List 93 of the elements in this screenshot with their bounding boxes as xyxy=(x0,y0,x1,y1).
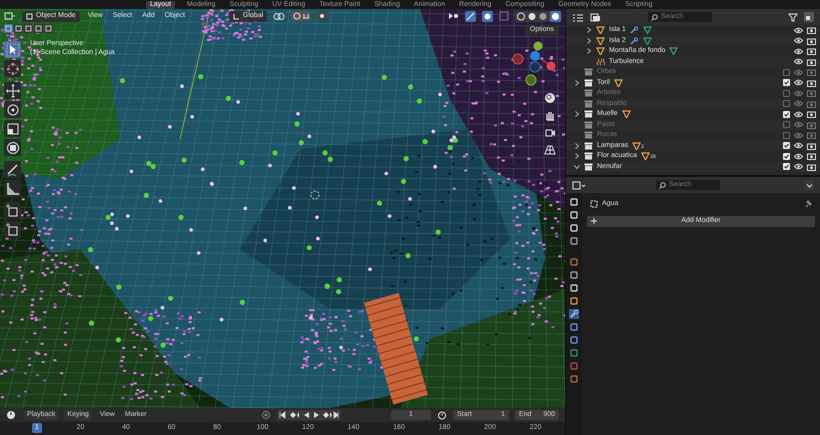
wrench-icon xyxy=(630,36,639,45)
camera-icon xyxy=(807,162,816,171)
record-icon xyxy=(260,410,271,420)
tool-button[interactable] xyxy=(4,139,21,156)
modifier-tab-icon xyxy=(569,309,579,319)
tool-button[interactable] xyxy=(4,120,21,137)
camera-icon xyxy=(807,78,816,87)
mesh-object-icon xyxy=(622,110,631,118)
eye-icon xyxy=(794,37,803,44)
zoom-icon xyxy=(544,92,556,104)
checkbox[interactable] xyxy=(783,110,790,118)
camera-icon xyxy=(807,47,816,56)
checkbox[interactable] xyxy=(783,163,790,170)
eye-icon xyxy=(794,79,803,86)
eye-icon xyxy=(794,121,803,128)
camera-icon xyxy=(807,100,816,108)
plus-icon xyxy=(591,218,597,224)
eye-icon xyxy=(794,68,803,76)
mesh-object-icon xyxy=(614,78,623,87)
eye-icon xyxy=(794,100,803,108)
camera-icon xyxy=(807,152,816,160)
object-icon xyxy=(26,12,33,20)
camera-icon xyxy=(807,68,816,76)
wrench-icon xyxy=(630,26,639,34)
tool-button[interactable] xyxy=(4,60,21,77)
snap-icon xyxy=(291,11,312,21)
hand-icon xyxy=(544,109,556,121)
checkbox[interactable] xyxy=(783,132,790,139)
search-icon xyxy=(659,182,666,188)
proportional-edit-icon xyxy=(317,11,328,21)
visibility-icon xyxy=(447,11,459,21)
collection-icon xyxy=(584,152,593,160)
navigation-gizmo[interactable] xyxy=(512,41,557,86)
tool-button[interactable] xyxy=(4,161,21,178)
camera-icon xyxy=(807,120,816,129)
force-field-icon xyxy=(596,58,605,66)
display-mode-icon xyxy=(572,12,586,22)
checkbox[interactable] xyxy=(783,79,790,86)
collection-icon xyxy=(584,110,593,118)
checkbox[interactable] xyxy=(783,152,790,160)
collection-icon xyxy=(584,78,593,87)
tool-button[interactable] xyxy=(4,41,21,58)
eye-icon xyxy=(794,142,803,150)
tool-button[interactable] xyxy=(4,101,21,118)
tool-button[interactable] xyxy=(4,180,21,197)
tool-button[interactable] xyxy=(4,82,21,99)
new-collection-icon xyxy=(804,12,814,22)
editor-type-icon xyxy=(4,11,16,21)
pin-icon xyxy=(804,200,812,208)
eye-icon xyxy=(794,90,803,97)
checkbox[interactable] xyxy=(783,90,790,97)
link-icon xyxy=(273,12,286,20)
eye-icon xyxy=(794,110,803,118)
camera-icon xyxy=(807,26,816,34)
tool-button[interactable] xyxy=(4,202,21,219)
camera-icon xyxy=(807,142,816,150)
collection-icon xyxy=(584,131,593,140)
object-icon xyxy=(590,200,598,208)
camera-icon xyxy=(807,89,816,98)
eye-icon xyxy=(794,152,803,160)
collection-icon xyxy=(584,162,593,171)
grid-icon xyxy=(544,143,556,155)
camera-icon xyxy=(807,36,816,45)
checkbox[interactable] xyxy=(783,68,790,76)
checkbox[interactable] xyxy=(783,121,790,128)
tool-button[interactable] xyxy=(4,221,21,238)
playback-controls-icon xyxy=(276,410,341,420)
stopwatch-icon xyxy=(437,410,447,420)
search-icon xyxy=(651,14,658,20)
mesh-data-icon xyxy=(669,47,678,56)
shading-mode-icon xyxy=(515,10,561,22)
overlay-icon xyxy=(482,10,493,22)
camera-icon xyxy=(807,110,816,118)
dropdown-icon xyxy=(805,180,814,190)
collection-icon xyxy=(584,142,593,150)
filter-icon xyxy=(788,12,800,22)
checkbox[interactable] xyxy=(783,100,790,108)
editor-type-icon xyxy=(572,180,586,190)
eye-icon xyxy=(794,58,803,66)
camera-icon xyxy=(807,131,816,140)
xray-icon xyxy=(499,11,509,21)
checkbox[interactable] xyxy=(783,142,790,150)
collection-icon xyxy=(584,89,593,98)
gizmo-icon xyxy=(465,10,476,22)
collection-icon xyxy=(584,120,593,129)
axes-icon xyxy=(232,12,240,20)
eye-icon xyxy=(794,163,803,170)
collection-icon xyxy=(584,100,593,108)
eye-icon xyxy=(794,26,803,34)
eye-icon xyxy=(794,132,803,139)
eye-icon xyxy=(794,48,803,55)
camera-icon xyxy=(807,58,816,66)
collection-icon xyxy=(584,68,593,76)
